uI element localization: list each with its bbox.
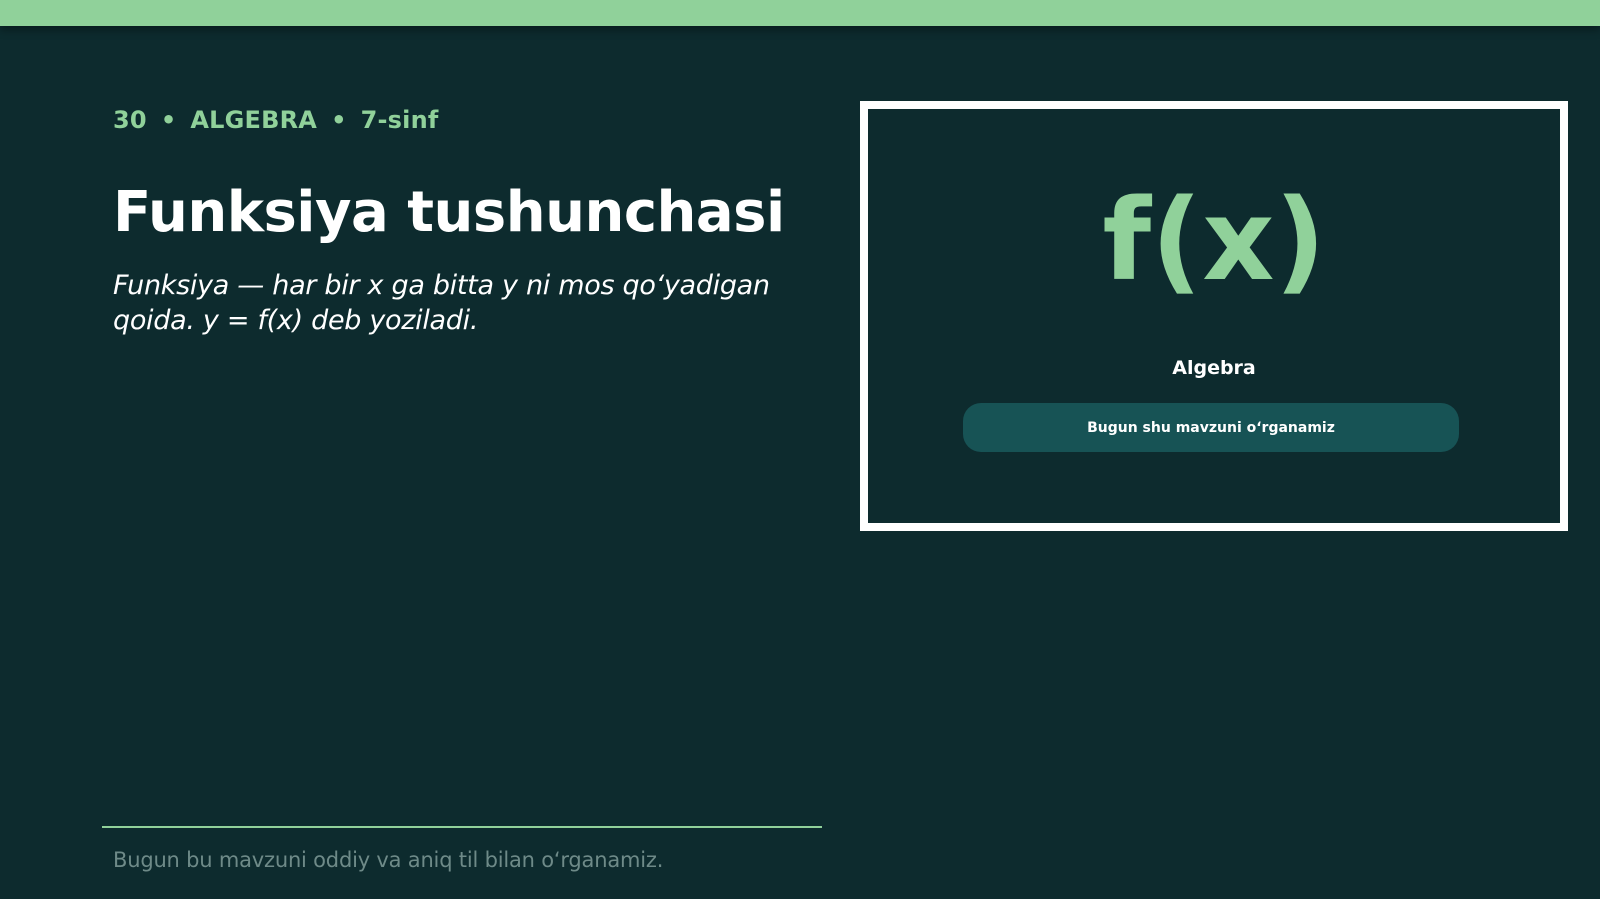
slide-subject: ALGEBRA [190, 106, 318, 134]
topic-card: f(x) Algebra Bugun shu mavzuni o‘rganami… [860, 101, 1568, 531]
lead-text: Funksiya — har bir x ga bitta y ni mos q… [113, 270, 770, 336]
slide-meta: 30 • ALGEBRA • 7-sinf [113, 106, 439, 134]
meta-separator: • [160, 106, 177, 134]
top-accent-bar [0, 0, 1600, 26]
slide-number: 30 [113, 106, 147, 134]
card-subject: Algebra [1172, 357, 1256, 379]
slide-grade: 7-sinf [360, 106, 439, 134]
page-title: Funksiya tushunchasi [113, 180, 785, 245]
start-topic-button[interactable]: Bugun shu mavzuni o‘rganamiz [963, 403, 1459, 452]
footer-divider [102, 826, 822, 828]
function-symbol: f(x) [1102, 176, 1326, 306]
meta-separator: • [331, 106, 347, 134]
footer-text: Bugun bu mavzuni oddiy va aniq til bilan… [113, 848, 664, 872]
